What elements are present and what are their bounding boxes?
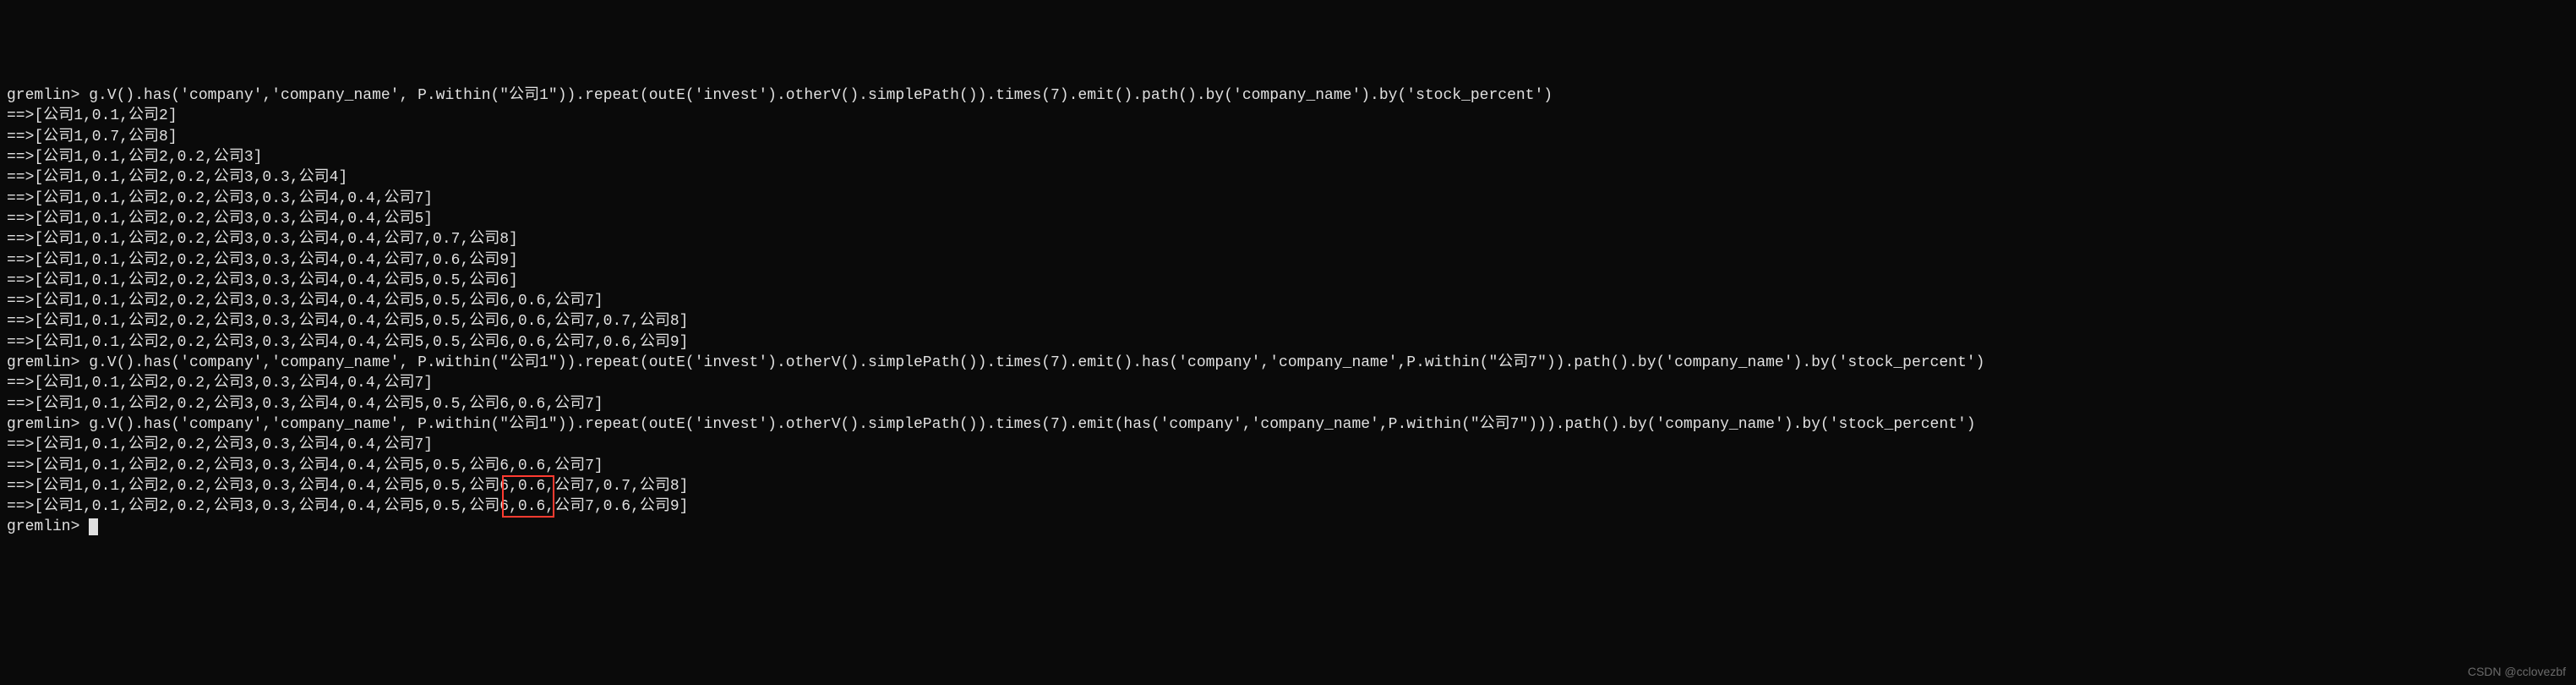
output-line: ==>[公司1,0.1,公司2,0.2,公司3,0.3,公司4,0.4,公司5,… [7,291,2569,311]
output-line: ==>[公司1,0.7,公司8] [7,127,2569,147]
command-line: gremlin> g.V().has('company','company_na… [7,353,2569,373]
output-line: ==>[公司1,0.1,公司2,0.2,公司3,0.3,公司4,0.4,公司7] [7,189,2569,209]
output-line: ==>[公司1,0.1,公司2,0.2,公司3,0.3,公司4,0.4,公司5,… [7,271,2569,291]
terminal-output[interactable]: gremlin> g.V().has('company','company_na… [7,85,2569,538]
cursor [89,518,98,535]
command-line: gremlin> g.V().has('company','company_na… [7,85,2569,106]
output-line: ==>[公司1,0.1,公司2,0.2,公司3,0.3,公司4,0.4,公司5,… [7,311,2569,332]
output-line: ==>[公司1,0.1,公司2,0.2,公司3,0.3,公司4,0.4,公司5,… [7,456,2569,476]
output-line: ==>[公司1,0.1,公司2,0.2,公司3,0.3,公司4,0.4,公司7,… [7,250,2569,271]
output-line: ==>[公司1,0.1,公司2,0.2,公司3,0.3,公司4,0.4,公司5,… [7,394,2569,414]
output-line: ==>[公司1,0.1,公司2,0.2,公司3,0.3,公司4,0.4,公司5] [7,209,2569,229]
output-line: ==>[公司1,0.1,公司2,0.2,公司3,0.3,公司4,0.4,公司5,… [7,332,2569,353]
output-line: ==>[公司1,0.1,公司2,0.2,公司3,0.3,公司4] [7,167,2569,188]
command-line: gremlin> [7,517,2569,537]
output-line: ==>[公司1,0.1,公司2,0.2,公司3,0.3,公司4,0.4,公司5,… [7,476,2569,496]
command-line: gremlin> g.V().has('company','company_na… [7,414,2569,435]
output-line: ==>[公司1,0.1,公司2,0.2,公司3,0.3,公司4,0.4,公司7] [7,373,2569,393]
output-line: ==>[公司1,0.1,公司2,0.2,公司3] [7,147,2569,167]
output-line: ==>[公司1,0.1,公司2,0.2,公司3,0.3,公司4,0.4,公司5,… [7,496,2569,517]
output-line: ==>[公司1,0.1,公司2] [7,106,2569,126]
output-line: ==>[公司1,0.1,公司2,0.2,公司3,0.3,公司4,0.4,公司7,… [7,229,2569,249]
watermark: CSDN @cclovezbf [2468,664,2566,680]
output-line: ==>[公司1,0.1,公司2,0.2,公司3,0.3,公司4,0.4,公司7] [7,435,2569,455]
